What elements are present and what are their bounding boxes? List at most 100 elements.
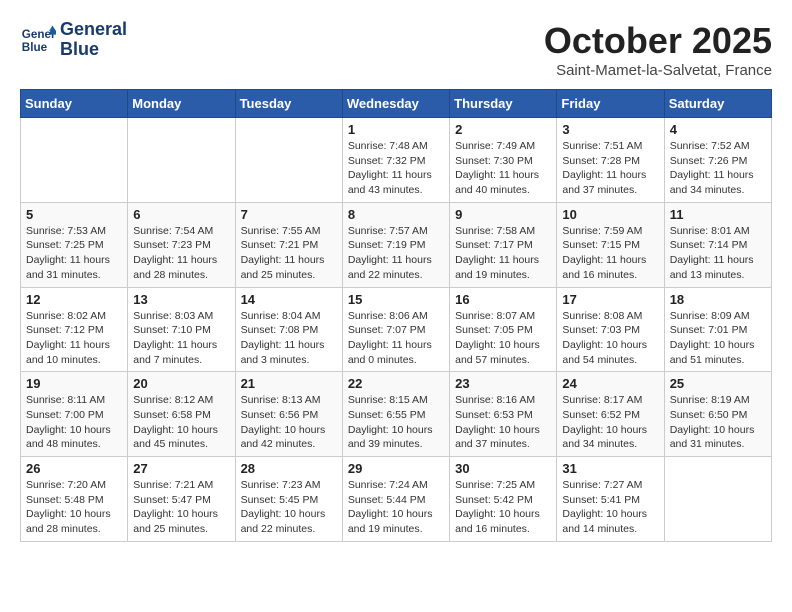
day-number: 20 [133, 376, 229, 391]
calendar-week-row: 26 Sunrise: 7:20 AM Sunset: 5:48 PM Dayli… [21, 457, 772, 542]
weekday-header-row: SundayMondayTuesdayWednesdayThursdayFrid… [21, 90, 772, 118]
day-info: Sunrise: 8:13 AM Sunset: 6:56 PM Dayligh… [241, 393, 337, 452]
day-info: Sunrise: 8:17 AM Sunset: 6:52 PM Dayligh… [562, 393, 658, 452]
day-info: Sunrise: 7:52 AM Sunset: 7:26 PM Dayligh… [670, 139, 766, 198]
calendar-cell: 6 Sunrise: 7:54 AM Sunset: 7:23 PM Daylig… [128, 202, 235, 287]
calendar-cell [235, 118, 342, 203]
day-number: 23 [455, 376, 551, 391]
day-info: Sunrise: 7:54 AM Sunset: 7:23 PM Dayligh… [133, 224, 229, 283]
day-number: 5 [26, 207, 122, 222]
calendar-cell: 10 Sunrise: 7:59 AM Sunset: 7:15 PM Dayli… [557, 202, 664, 287]
calendar-cell [664, 457, 771, 542]
day-info: Sunrise: 8:19 AM Sunset: 6:50 PM Dayligh… [670, 393, 766, 452]
calendar-cell: 8 Sunrise: 7:57 AM Sunset: 7:19 PM Daylig… [342, 202, 449, 287]
day-number: 10 [562, 207, 658, 222]
day-number: 7 [241, 207, 337, 222]
svg-text:Blue: Blue [22, 41, 48, 54]
day-number: 21 [241, 376, 337, 391]
day-number: 24 [562, 376, 658, 391]
day-info: Sunrise: 7:58 AM Sunset: 7:17 PM Dayligh… [455, 224, 551, 283]
day-info: Sunrise: 7:57 AM Sunset: 7:19 PM Dayligh… [348, 224, 444, 283]
page-header: General Blue General Blue October 2025 S… [20, 20, 772, 79]
day-info: Sunrise: 7:27 AM Sunset: 5:41 PM Dayligh… [562, 478, 658, 537]
day-info: Sunrise: 8:12 AM Sunset: 6:58 PM Dayligh… [133, 393, 229, 452]
calendar-cell: 17 Sunrise: 8:08 AM Sunset: 7:03 PM Dayli… [557, 287, 664, 372]
calendar-cell: 31 Sunrise: 7:27 AM Sunset: 5:41 PM Dayli… [557, 457, 664, 542]
day-number: 28 [241, 461, 337, 476]
calendar-cell: 24 Sunrise: 8:17 AM Sunset: 6:52 PM Dayli… [557, 372, 664, 457]
day-info: Sunrise: 7:23 AM Sunset: 5:45 PM Dayligh… [241, 478, 337, 537]
calendar-cell: 12Sunrise: 8:02 AM Sunset: 7:12 PM Dayli… [21, 287, 128, 372]
logo-icon: General Blue [20, 22, 56, 58]
day-info: Sunrise: 7:59 AM Sunset: 7:15 PM Dayligh… [562, 224, 658, 283]
day-info: Sunrise: 7:53 AM Sunset: 7:25 PM Dayligh… [26, 224, 122, 283]
calendar-cell: 5 Sunrise: 7:53 AM Sunset: 7:25 PM Daylig… [21, 202, 128, 287]
calendar-cell: 1 Sunrise: 7:48 AM Sunset: 7:32 PM Daylig… [342, 118, 449, 203]
calendar-cell: 13 Sunrise: 8:03 AM Sunset: 7:10 PM Dayli… [128, 287, 235, 372]
calendar-week-row: 1 Sunrise: 7:48 AM Sunset: 7:32 PM Daylig… [21, 118, 772, 203]
day-number: 1 [348, 122, 444, 137]
calendar-cell: 11Sunrise: 8:01 AM Sunset: 7:14 PM Dayli… [664, 202, 771, 287]
day-info: Sunrise: 7:20 AM Sunset: 5:48 PM Dayligh… [26, 478, 122, 537]
calendar-cell: 23 Sunrise: 8:16 AM Sunset: 6:53 PM Dayli… [450, 372, 557, 457]
day-number: 31 [562, 461, 658, 476]
calendar-week-row: 5 Sunrise: 7:53 AM Sunset: 7:25 PM Daylig… [21, 202, 772, 287]
calendar-cell: 9Sunrise: 7:58 AM Sunset: 7:17 PM Daylig… [450, 202, 557, 287]
day-number: 8 [348, 207, 444, 222]
day-info: Sunrise: 8:15 AM Sunset: 6:55 PM Dayligh… [348, 393, 444, 452]
logo-text: General Blue [60, 20, 127, 60]
day-info: Sunrise: 7:49 AM Sunset: 7:30 PM Dayligh… [455, 139, 551, 198]
day-number: 2 [455, 122, 551, 137]
day-number: 25 [670, 376, 766, 391]
calendar-cell: 20 Sunrise: 8:12 AM Sunset: 6:58 PM Dayli… [128, 372, 235, 457]
weekday-header: Wednesday [342, 90, 449, 118]
day-info: Sunrise: 8:06 AM Sunset: 7:07 PM Dayligh… [348, 309, 444, 368]
month-title: October 2025 [544, 20, 772, 62]
day-info: Sunrise: 8:02 AM Sunset: 7:12 PM Dayligh… [26, 309, 122, 368]
weekday-header: Friday [557, 90, 664, 118]
calendar-cell: 30 Sunrise: 7:25 AM Sunset: 5:42 PM Dayli… [450, 457, 557, 542]
day-number: 11 [670, 207, 766, 222]
day-number: 18 [670, 292, 766, 307]
calendar-cell: 7 Sunrise: 7:55 AM Sunset: 7:21 PM Daylig… [235, 202, 342, 287]
day-info: Sunrise: 8:07 AM Sunset: 7:05 PM Dayligh… [455, 309, 551, 368]
day-number: 30 [455, 461, 551, 476]
calendar-cell: 21 Sunrise: 8:13 AM Sunset: 6:56 PM Dayli… [235, 372, 342, 457]
calendar-cell: 29Sunrise: 7:24 AM Sunset: 5:44 PM Dayli… [342, 457, 449, 542]
day-number: 4 [670, 122, 766, 137]
weekday-header: Saturday [664, 90, 771, 118]
day-info: Sunrise: 8:09 AM Sunset: 7:01 PM Dayligh… [670, 309, 766, 368]
calendar-cell: 18 Sunrise: 8:09 AM Sunset: 7:01 PM Dayli… [664, 287, 771, 372]
day-number: 13 [133, 292, 229, 307]
calendar-cell: 27 Sunrise: 7:21 AM Sunset: 5:47 PM Dayli… [128, 457, 235, 542]
day-number: 29 [348, 461, 444, 476]
calendar-cell: 16 Sunrise: 8:07 AM Sunset: 7:05 PM Dayli… [450, 287, 557, 372]
logo: General Blue General Blue [20, 20, 127, 60]
day-info: Sunrise: 8:11 AM Sunset: 7:00 PM Dayligh… [26, 393, 122, 452]
day-number: 19 [26, 376, 122, 391]
calendar-cell [128, 118, 235, 203]
day-number: 26 [26, 461, 122, 476]
day-number: 15 [348, 292, 444, 307]
day-number: 16 [455, 292, 551, 307]
day-info: Sunrise: 7:21 AM Sunset: 5:47 PM Dayligh… [133, 478, 229, 537]
location-subtitle: Saint-Mamet-la-Salvetat, France [544, 62, 772, 79]
calendar-cell: 28 Sunrise: 7:23 AM Sunset: 5:45 PM Dayli… [235, 457, 342, 542]
day-info: Sunrise: 7:55 AM Sunset: 7:21 PM Dayligh… [241, 224, 337, 283]
weekday-header: Tuesday [235, 90, 342, 118]
day-number: 6 [133, 207, 229, 222]
calendar-week-row: 12Sunrise: 8:02 AM Sunset: 7:12 PM Dayli… [21, 287, 772, 372]
calendar-cell: 2 Sunrise: 7:49 AM Sunset: 7:30 PM Daylig… [450, 118, 557, 203]
calendar-table: SundayMondayTuesdayWednesdayThursdayFrid… [20, 89, 772, 542]
day-info: Sunrise: 7:25 AM Sunset: 5:42 PM Dayligh… [455, 478, 551, 537]
day-number: 17 [562, 292, 658, 307]
calendar-cell: 22Sunrise: 8:15 AM Sunset: 6:55 PM Dayli… [342, 372, 449, 457]
day-info: Sunrise: 8:03 AM Sunset: 7:10 PM Dayligh… [133, 309, 229, 368]
day-info: Sunrise: 7:48 AM Sunset: 7:32 PM Dayligh… [348, 139, 444, 198]
day-number: 27 [133, 461, 229, 476]
weekday-header: Monday [128, 90, 235, 118]
day-info: Sunrise: 8:08 AM Sunset: 7:03 PM Dayligh… [562, 309, 658, 368]
weekday-header: Thursday [450, 90, 557, 118]
day-info: Sunrise: 8:16 AM Sunset: 6:53 PM Dayligh… [455, 393, 551, 452]
calendar-cell: 19 Sunrise: 8:11 AM Sunset: 7:00 PM Dayli… [21, 372, 128, 457]
